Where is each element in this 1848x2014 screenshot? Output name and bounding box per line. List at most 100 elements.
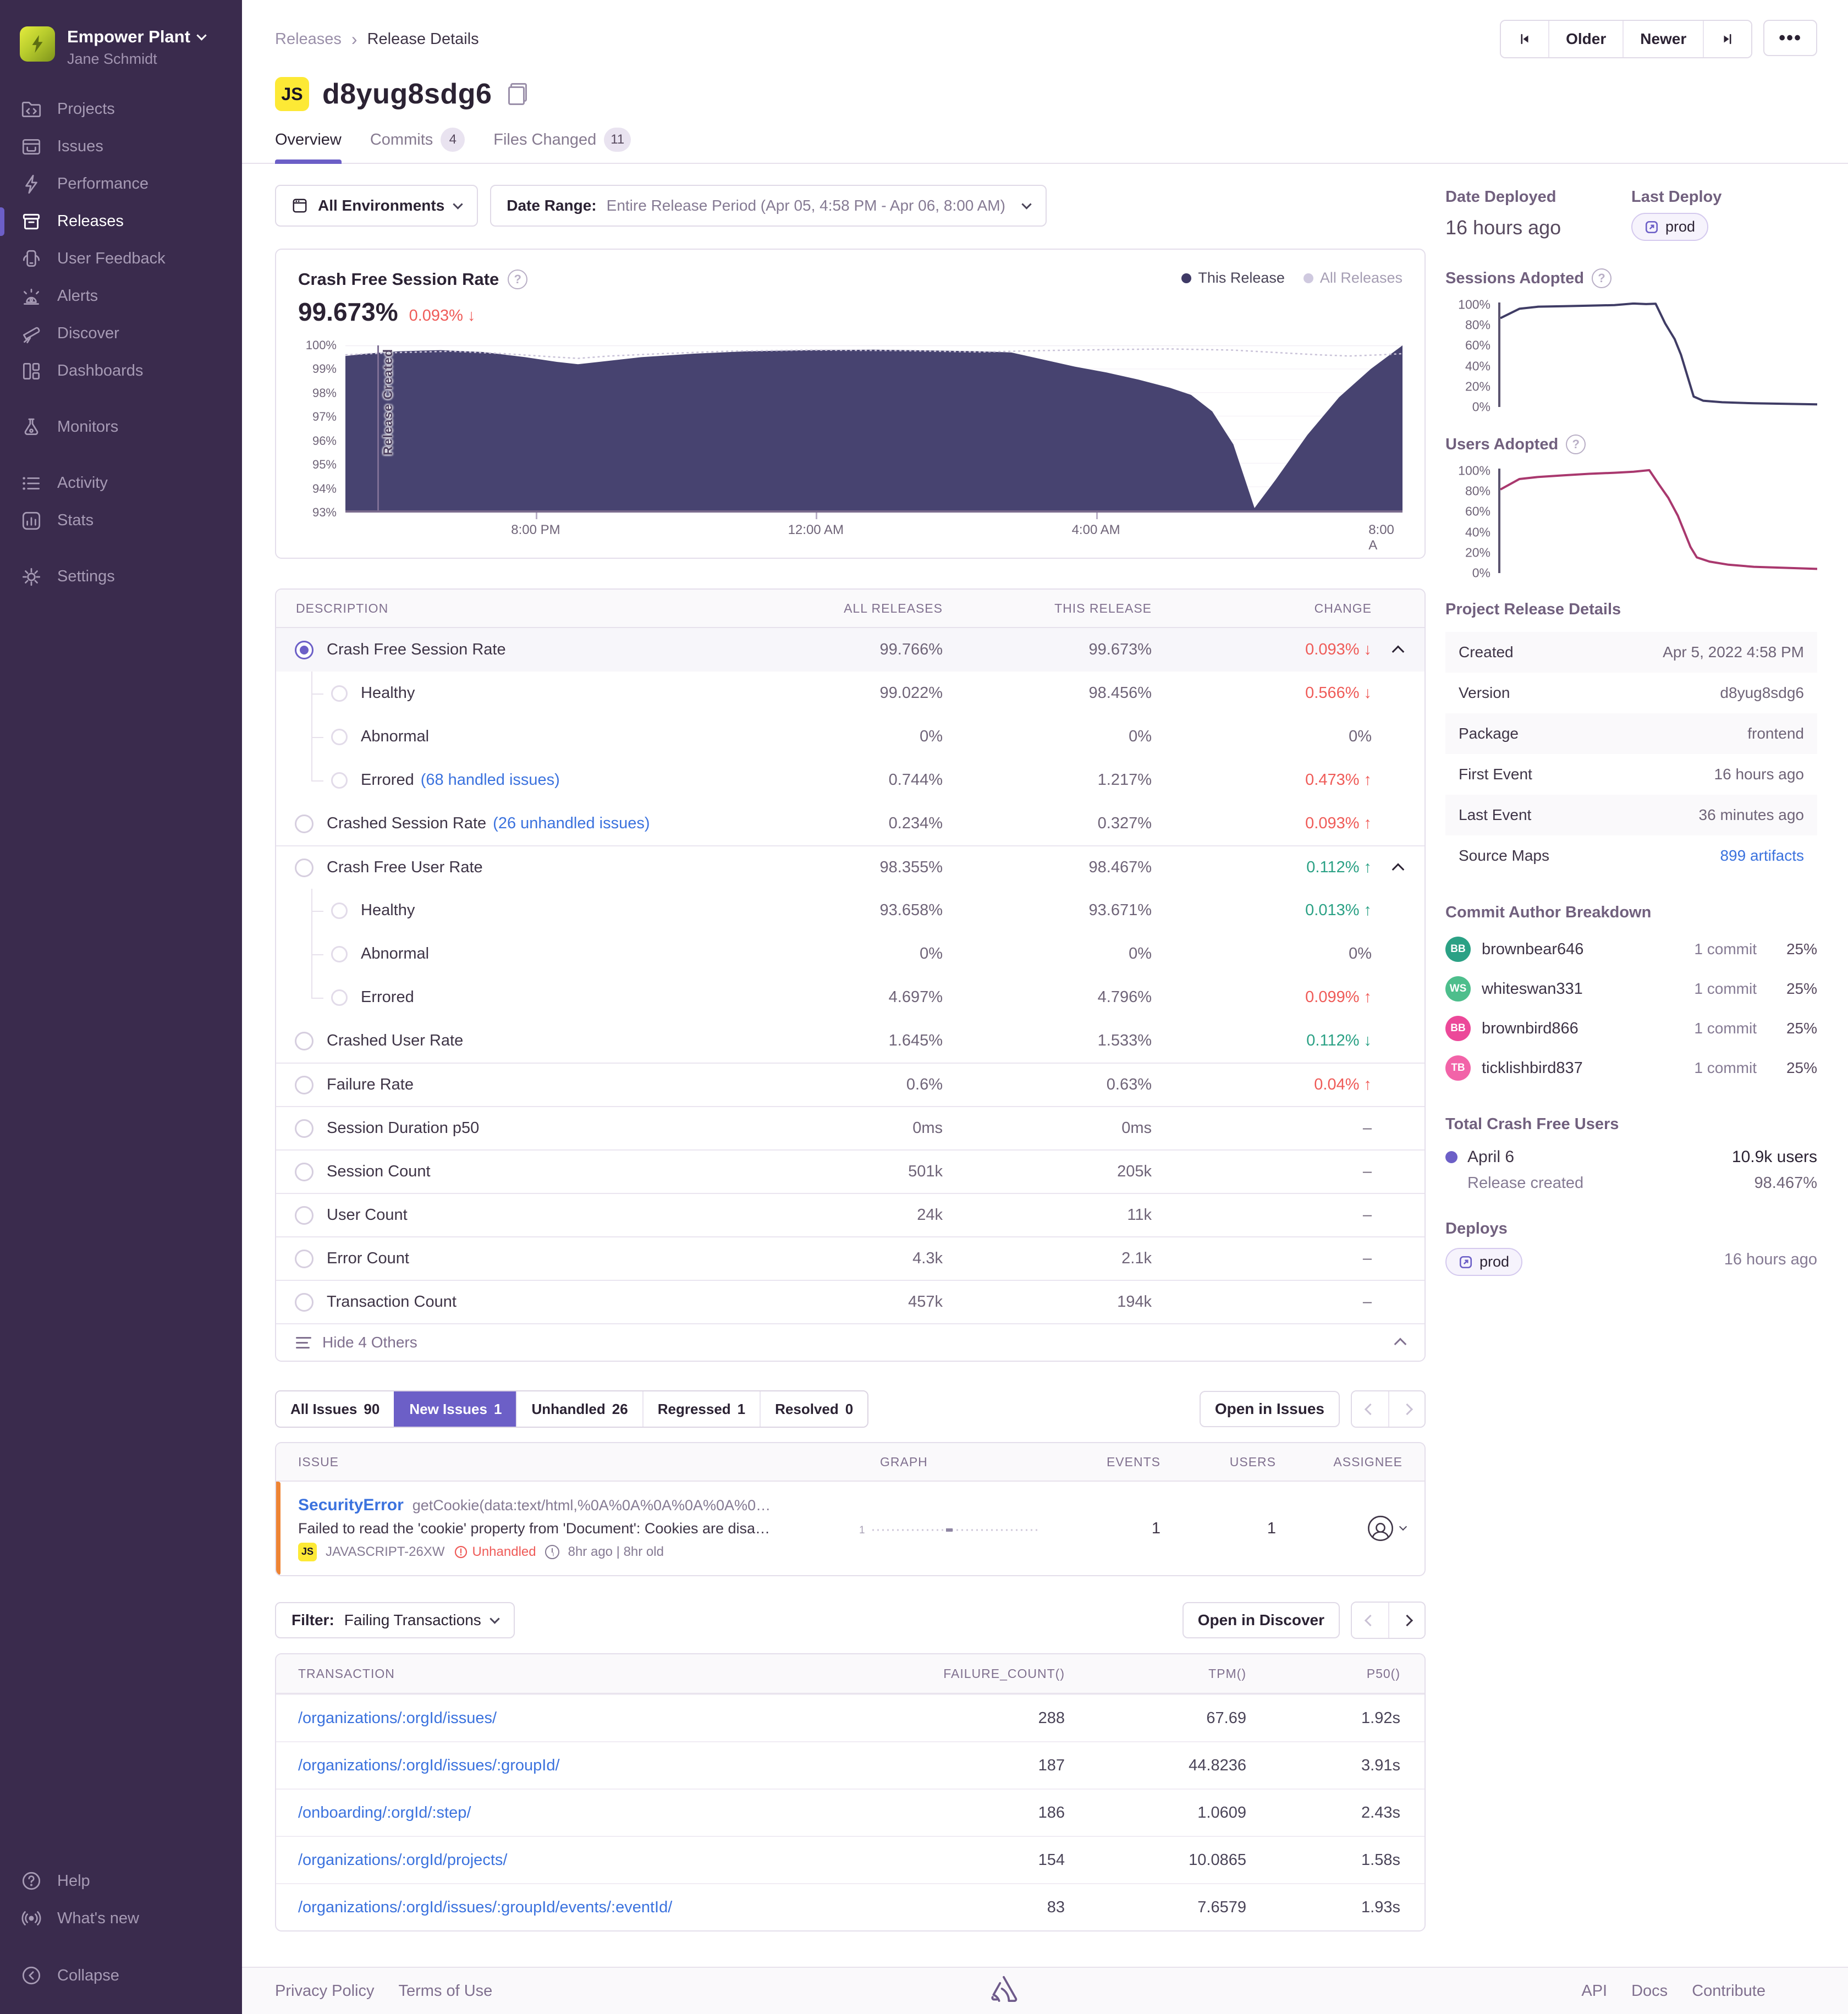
- transaction-row[interactable]: /organizations/:orgId/issues/:groupId/ 1…: [276, 1741, 1425, 1789]
- prod-deploy-badge[interactable]: prod: [1445, 1248, 1523, 1276]
- area-chart[interactable]: Release Created: [345, 345, 1402, 513]
- handled-issues-link[interactable]: (68 handled issues): [421, 771, 560, 789]
- tab-commits[interactable]: Commits 4: [370, 128, 465, 163]
- legend-this-release[interactable]: This Release: [1181, 269, 1285, 287]
- hide-others-button[interactable]: Hide 4 Others: [276, 1323, 1425, 1361]
- metric-row-healthy[interactable]: Healthy 99.022% 98.456% 0.566% ↓: [276, 672, 1425, 715]
- sidebar-item-user-feedback[interactable]: User Feedback: [0, 240, 242, 278]
- metric-row-error-count[interactable]: Error Count 4.3k 2.1k –: [276, 1236, 1425, 1280]
- sidebar-item-activity[interactable]: Activity: [0, 465, 242, 502]
- radio[interactable]: [295, 1119, 314, 1138]
- metric-row-abnormal[interactable]: Abnormal 0% 0% 0%: [276, 715, 1425, 758]
- radio[interactable]: [331, 728, 348, 745]
- prev-page-button[interactable]: [1352, 1603, 1388, 1638]
- sidebar-item-stats[interactable]: Stats: [0, 502, 242, 540]
- sidebar-item-issues[interactable]: Issues: [0, 128, 242, 166]
- metric-row-errored[interactable]: Errored (68 handled issues) 0.744% 1.217%…: [276, 758, 1425, 802]
- next-page-button[interactable]: [1388, 1391, 1425, 1427]
- transaction-link[interactable]: /organizations/:orgId/issues/:groupId/ev…: [276, 1899, 891, 1917]
- radio[interactable]: [331, 989, 348, 1006]
- radio[interactable]: [295, 1249, 314, 1268]
- privacy-policy-link[interactable]: Privacy Policy: [275, 1982, 375, 2000]
- collapse-chevron-icon[interactable]: [1392, 645, 1405, 658]
- sidebar-item-performance[interactable]: Performance: [0, 166, 242, 203]
- tab-regressed[interactable]: Regressed 1: [642, 1391, 760, 1427]
- metric-row-user-count[interactable]: User Count 24k 11k –: [276, 1193, 1425, 1236]
- metric-row-abnormal-users[interactable]: Abnormal 0% 0% 0%: [276, 932, 1425, 976]
- radio[interactable]: [295, 1292, 314, 1312]
- open-in-issues-button[interactable]: Open in Issues: [1199, 1391, 1340, 1427]
- radio[interactable]: [331, 772, 348, 789]
- terms-link[interactable]: Terms of Use: [399, 1982, 493, 2000]
- tab-overview[interactable]: Overview: [275, 128, 342, 164]
- metric-row-crash-free-user-rate[interactable]: Crash Free User Rate 98.355% 98.467% 0.1…: [276, 845, 1425, 889]
- docs-link[interactable]: Docs: [1631, 1982, 1668, 2000]
- org-switcher[interactable]: Empower Plant Jane Schmidt: [0, 22, 242, 91]
- metric-row-failure-rate[interactable]: Failure Rate 0.6% 0.63% 0.04% ↑: [276, 1063, 1425, 1106]
- tab-files-changed[interactable]: Files Changed 11: [493, 128, 631, 163]
- issue-title-link[interactable]: SecurityError: [298, 1496, 404, 1515]
- metric-row-crash-free-session-rate[interactable]: Crash Free Session Rate 99.766% 99.673% …: [276, 628, 1425, 672]
- environment-filter[interactable]: All Environments: [275, 185, 479, 227]
- metric-row-session-duration-p50[interactable]: Session Duration p50 0ms 0ms –: [276, 1106, 1425, 1149]
- transaction-link[interactable]: /organizations/:orgId/issues/: [276, 1709, 891, 1727]
- prev-page-button[interactable]: [1352, 1391, 1388, 1427]
- date-range-filter[interactable]: Date Range: Entire Release Period (Apr 0…: [490, 185, 1047, 227]
- sidebar-item-discover[interactable]: Discover: [0, 315, 242, 353]
- transaction-row[interactable]: /onboarding/:orgId/:step/ 186 1.0609 2.4…: [276, 1789, 1425, 1836]
- radio[interactable]: [295, 1206, 314, 1225]
- unhandled-issues-link[interactable]: (26 unhandled issues): [493, 815, 650, 833]
- metric-row-session-count[interactable]: Session Count 501k 205k –: [276, 1149, 1425, 1193]
- radio[interactable]: [331, 945, 348, 962]
- tab-all-issues[interactable]: All Issues 90: [276, 1391, 394, 1427]
- sidebar-item-alerts[interactable]: Alerts: [0, 278, 242, 315]
- artifacts-link[interactable]: 899 artifacts: [1720, 847, 1804, 865]
- radio[interactable]: [331, 902, 348, 919]
- transaction-row[interactable]: /organizations/:orgId/projects/ 154 10.0…: [276, 1836, 1425, 1883]
- sidebar-item-help[interactable]: Help: [0, 1862, 242, 1900]
- sidebar-item-releases[interactable]: Releases: [0, 203, 242, 240]
- metric-row-transaction-count[interactable]: Transaction Count 457k 194k –: [276, 1280, 1425, 1323]
- next-page-button[interactable]: [1388, 1603, 1425, 1638]
- collapse-chevron-icon[interactable]: [1392, 863, 1405, 876]
- newer-button[interactable]: Newer: [1623, 21, 1703, 57]
- transaction-row[interactable]: /organizations/:orgId/issues/ 288 67.69 …: [276, 1694, 1425, 1741]
- radio[interactable]: [295, 814, 314, 833]
- metric-row-crashed-user-rate[interactable]: Crashed User Rate 1.645% 1.533% 0.112% ↓: [276, 1019, 1425, 1063]
- prod-deploy-badge[interactable]: prod: [1631, 213, 1709, 241]
- transaction-link[interactable]: /onboarding/:orgId/:step/: [276, 1804, 891, 1822]
- radio[interactable]: [295, 858, 314, 877]
- older-button[interactable]: Older: [1548, 21, 1623, 57]
- sidebar-item-monitors[interactable]: Monitors: [0, 409, 242, 446]
- radio[interactable]: [295, 1075, 314, 1094]
- radio[interactable]: [295, 1031, 314, 1050]
- sidebar-item-projects[interactable]: Projects: [0, 91, 242, 128]
- api-link[interactable]: API: [1581, 1982, 1607, 2000]
- metric-row-crashed-session-rate[interactable]: Crashed Session Rate (26 unhandled issues…: [276, 802, 1425, 845]
- breadcrumb-releases[interactable]: Releases: [275, 30, 342, 48]
- help-circle-icon[interactable]: ?: [508, 269, 528, 289]
- more-options-button[interactable]: •••: [1763, 20, 1817, 56]
- legend-all-releases[interactable]: All Releases: [1303, 269, 1402, 287]
- copy-icon[interactable]: [508, 83, 527, 105]
- issue-row[interactable]: SecurityError getCookie(data:text/html,%…: [276, 1482, 1425, 1575]
- transaction-link[interactable]: /organizations/:orgId/issues/:groupId/: [276, 1757, 891, 1775]
- metric-row-errored-users[interactable]: Errored 4.697% 4.796% 0.099% ↑: [276, 976, 1425, 1019]
- sidebar-item-settings[interactable]: Settings: [0, 558, 242, 596]
- help-circle-icon[interactable]: ?: [1566, 434, 1586, 454]
- contribute-link[interactable]: Contribute: [1692, 1982, 1766, 2000]
- transaction-row[interactable]: /organizations/:orgId/issues/:groupId/ev…: [276, 1883, 1425, 1930]
- tab-unhandled[interactable]: Unhandled 26: [516, 1391, 642, 1427]
- oldest-release-button[interactable]: [1501, 21, 1549, 57]
- metric-row-healthy-users[interactable]: Healthy 93.658% 93.671% 0.013% ↑: [276, 889, 1425, 932]
- sidebar-item-whats-new[interactable]: What's new: [0, 1900, 242, 1937]
- radio-selected[interactable]: [295, 640, 314, 659]
- tab-new-issues[interactable]: New Issues 1: [394, 1391, 516, 1427]
- open-in-discover-button[interactable]: Open in Discover: [1182, 1602, 1340, 1638]
- transaction-link[interactable]: /organizations/:orgId/projects/: [276, 1851, 891, 1869]
- transactions-filter[interactable]: Filter: Failing Transactions: [275, 1602, 515, 1638]
- sidebar-item-collapse[interactable]: Collapse: [0, 1957, 242, 1994]
- radio[interactable]: [331, 685, 348, 702]
- sidebar-item-dashboards[interactable]: Dashboards: [0, 353, 242, 390]
- help-circle-icon[interactable]: ?: [1591, 268, 1612, 288]
